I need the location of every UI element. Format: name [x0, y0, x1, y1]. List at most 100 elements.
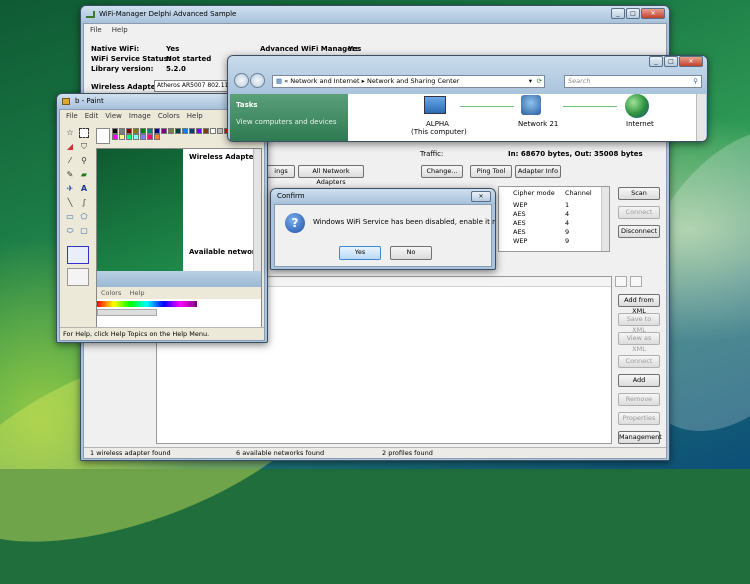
rectangle-icon[interactable]: ▭ [65, 212, 75, 222]
airbrush-icon[interactable]: ✈ [65, 184, 75, 194]
disconnect-button[interactable]: Disconnect [618, 225, 660, 238]
tool-option-fill-icon[interactable] [67, 246, 89, 264]
wifi-manager-titlebar[interactable]: WiFi-Manager Delphi Advanced Sample _ □ ✕ [81, 6, 669, 23]
palette-swatch[interactable] [203, 128, 209, 134]
palette-swatch[interactable] [189, 128, 195, 134]
paint-menu-file[interactable]: File [66, 110, 78, 122]
address-dropdown-icon[interactable]: ▾ [529, 76, 532, 87]
fill-icon[interactable]: ⛉ [79, 142, 89, 152]
palette-swatch[interactable] [182, 128, 188, 134]
explorer-minimize-button[interactable]: _ [649, 56, 663, 67]
menu-help[interactable]: Help [112, 24, 128, 36]
forward-button[interactable] [250, 73, 265, 88]
explorer-maximize-button[interactable]: □ [664, 56, 678, 67]
canvas-scrollbar[interactable] [253, 149, 261, 271]
list-item[interactable]: WEP 1 [513, 201, 569, 209]
networks-scrollbar[interactable] [601, 187, 609, 251]
tool-option-opaque-icon[interactable] [67, 268, 89, 286]
all-network-adapters-button[interactable]: All Network Adapters [298, 165, 364, 186]
palette-swatch[interactable] [140, 134, 146, 140]
color-picker-icon[interactable]: ⁄ [65, 156, 75, 166]
change-button[interactable]: Change... [421, 165, 463, 178]
magnifier-icon[interactable]: ⚲ [79, 156, 89, 166]
save-to-xml-button[interactable]: Save to XML [618, 313, 660, 334]
computer-icon[interactable] [424, 96, 446, 114]
view-computers-link[interactable]: View computers and devices [236, 118, 337, 126]
palette-swatch[interactable] [154, 134, 160, 140]
palette-swatch[interactable] [126, 134, 132, 140]
explorer-close-button[interactable]: ✕ [679, 56, 703, 67]
refresh-icon[interactable]: ⟳ [537, 76, 542, 87]
maximize-button[interactable]: □ [626, 8, 640, 19]
profiles-sort-button[interactable] [615, 276, 627, 287]
palette-swatch[interactable] [168, 128, 174, 134]
paint-menu-edit[interactable]: Edit [85, 110, 99, 122]
back-button[interactable] [234, 73, 249, 88]
properties-button[interactable]: Properties [618, 412, 660, 425]
ellipse-icon[interactable]: ⬭ [65, 226, 75, 236]
breadcrumb-network-internet[interactable]: Network and Internet [290, 77, 359, 85]
network-icon[interactable] [521, 95, 541, 115]
paint-menu-colors[interactable]: Colors [158, 110, 180, 122]
palette-swatch[interactable] [217, 128, 223, 134]
palette-swatch[interactable] [147, 134, 153, 140]
search-icon[interactable]: ⚲ [693, 76, 698, 87]
curve-icon[interactable]: ∫ [79, 198, 89, 208]
list-item[interactable]: AES 9 [513, 228, 569, 236]
confirm-close-button[interactable]: ✕ [471, 191, 491, 202]
tool-box: ☆ ◢ ⛉ ⁄ ⚲ ✎ ▰ ✈ A ╲ ∫ ▭ ⬠ ⬭ ▢ [64, 128, 94, 294]
list-item[interactable]: AES 4 [513, 210, 569, 218]
text-icon[interactable]: A [79, 184, 89, 194]
cipher-header[interactable]: Cipher mode [513, 189, 565, 197]
networks-list[interactable]: Cipher mode Channel WEP 1 AES 4 AES 4 AES 9 … [498, 186, 610, 252]
menu-file[interactable]: File [90, 24, 102, 36]
address-bar[interactable]: ▦ « Network and Internet ▸ Network and S… [272, 75, 545, 88]
palette-swatch[interactable] [161, 128, 167, 134]
scan-button[interactable]: Scan [618, 187, 660, 200]
line-icon[interactable]: ╲ [65, 198, 75, 208]
paint-menu-view[interactable]: View [105, 110, 122, 122]
paint-canvas-area[interactable]: Wireless Adapter: Available networks: Co… [96, 148, 262, 328]
search-box[interactable]: Search ⚲ [564, 75, 702, 88]
explorer-scrollbar[interactable] [696, 94, 706, 141]
free-select-icon[interactable]: ☆ [65, 128, 75, 138]
palette-swatch[interactable] [175, 128, 181, 134]
paint-menu-image[interactable]: Image [129, 110, 151, 122]
remove-button[interactable]: Remove [618, 393, 660, 406]
palette-swatch[interactable] [196, 128, 202, 134]
minimize-button[interactable]: _ [611, 8, 625, 19]
palette-swatch[interactable] [210, 128, 216, 134]
connect-profile-button[interactable]: Connect [618, 355, 660, 368]
add-button[interactable]: Add [618, 374, 660, 387]
canvas-inner-titlebar [97, 271, 261, 287]
ping-tool-button[interactable]: Ping Tool [470, 165, 512, 178]
management-button[interactable]: Management [618, 431, 662, 444]
confirm-title: Confirm [277, 192, 305, 200]
channel-header[interactable]: Channel [565, 189, 592, 197]
list-item[interactable]: WEP 9 [513, 237, 569, 245]
palette-swatch[interactable] [119, 134, 125, 140]
yes-button[interactable]: Yes [339, 246, 381, 260]
paint-menu-help[interactable]: Help [187, 110, 203, 122]
settings-button[interactable]: ings [267, 165, 295, 178]
internet-globe-icon[interactable] [625, 94, 649, 118]
wireless-adapter-select[interactable]: Atheros AR5007 802.11 [154, 80, 230, 92]
adapter-info-button[interactable]: Adapter Info [515, 165, 561, 178]
rect-select-icon[interactable] [79, 128, 89, 138]
profiles-filter-button[interactable] [630, 276, 642, 287]
confirm-titlebar[interactable]: Confirm ✕ [271, 189, 495, 204]
no-button[interactable]: No [390, 246, 432, 260]
connect-network-button[interactable]: Connect [618, 206, 660, 219]
palette-swatch[interactable] [112, 134, 118, 140]
breadcrumb-sharing-center[interactable]: Network and Sharing Center [367, 77, 459, 85]
close-button[interactable]: ✕ [641, 8, 665, 19]
view-as-xml-button[interactable]: View as XML [618, 332, 660, 353]
rounded-rect-icon[interactable]: ▢ [79, 226, 89, 236]
add-from-xml-button[interactable]: Add from XML [618, 294, 660, 315]
brush-icon[interactable]: ▰ [79, 170, 89, 180]
palette-swatch[interactable] [133, 134, 139, 140]
polygon-icon[interactable]: ⬠ [79, 212, 89, 222]
list-item[interactable]: AES 4 [513, 219, 569, 227]
pencil-icon[interactable]: ✎ [65, 170, 75, 180]
eraser-icon[interactable]: ◢ [65, 142, 75, 152]
